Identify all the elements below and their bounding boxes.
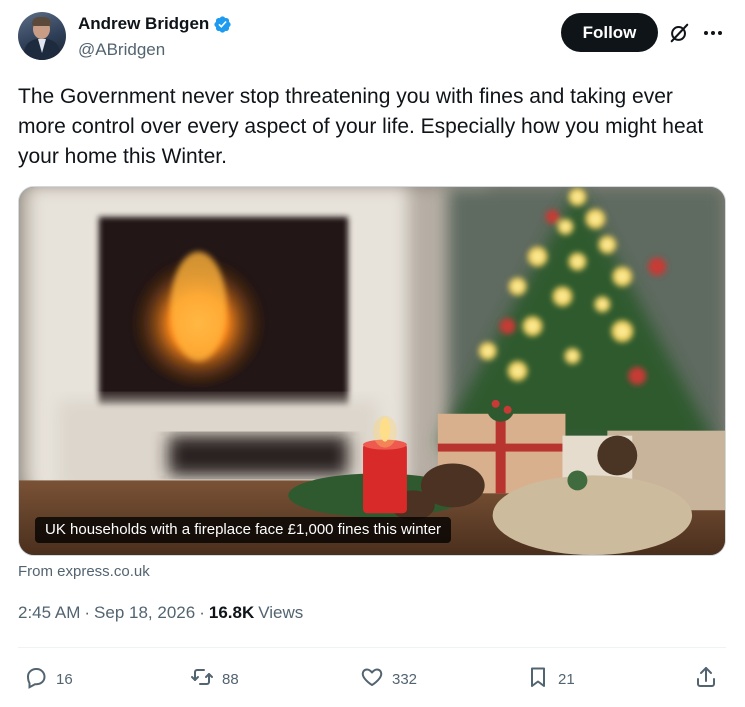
author-info: Andrew Bridgen @ABridgen [78, 14, 232, 60]
author-display-name[interactable]: Andrew Bridgen [78, 14, 209, 34]
tweet-text: The Government never stop threatening yo… [18, 85, 704, 168]
tweet-meta: 2:45 AM · Sep 18, 2026 · 16.8K Views [18, 603, 303, 623]
avatar[interactable] [18, 12, 66, 60]
views-count: 16.8K [208, 603, 255, 622]
share-button[interactable] [694, 665, 718, 693]
tweet-time[interactable]: 2:45 AM [18, 603, 80, 623]
grok-icon[interactable] [668, 22, 690, 44]
action-bar: 16 88 332 21 [18, 660, 726, 696]
repost-icon [190, 665, 214, 693]
bookmark-icon [526, 665, 550, 693]
follow-button[interactable]: Follow [561, 13, 658, 52]
reply-button[interactable]: 16 [24, 665, 73, 693]
fireplace-christmas-photo [19, 187, 725, 555]
like-button[interactable]: 332 [360, 665, 417, 693]
views-label: Views [258, 603, 304, 622]
verified-badge-icon [213, 15, 232, 34]
reply-icon [24, 665, 48, 693]
card-source-link[interactable]: From express.co.uk [18, 563, 150, 580]
reply-count: 16 [56, 670, 73, 688]
meta-separator: · [199, 603, 205, 622]
divider [18, 647, 726, 648]
tweet-date[interactable]: Sep 18, 2026 [94, 603, 195, 623]
tweet-header: Andrew Bridgen @ABridgen Follow [18, 12, 728, 64]
heart-icon [360, 665, 384, 693]
like-count: 332 [392, 670, 418, 688]
share-icon [694, 665, 718, 693]
repost-button[interactable]: 88 [190, 665, 239, 693]
bookmark-button[interactable]: 21 [526, 665, 575, 693]
link-card-image[interactable]: UK households with a fireplace face £1,0… [18, 186, 726, 556]
bookmark-count: 21 [558, 670, 575, 688]
repost-count: 88 [222, 670, 239, 688]
author-handle[interactable]: @ABridgen [78, 40, 232, 60]
more-options-icon[interactable] [701, 22, 725, 44]
meta-separator: · [84, 603, 91, 622]
card-caption: UK households with a fireplace face £1,0… [35, 517, 452, 543]
